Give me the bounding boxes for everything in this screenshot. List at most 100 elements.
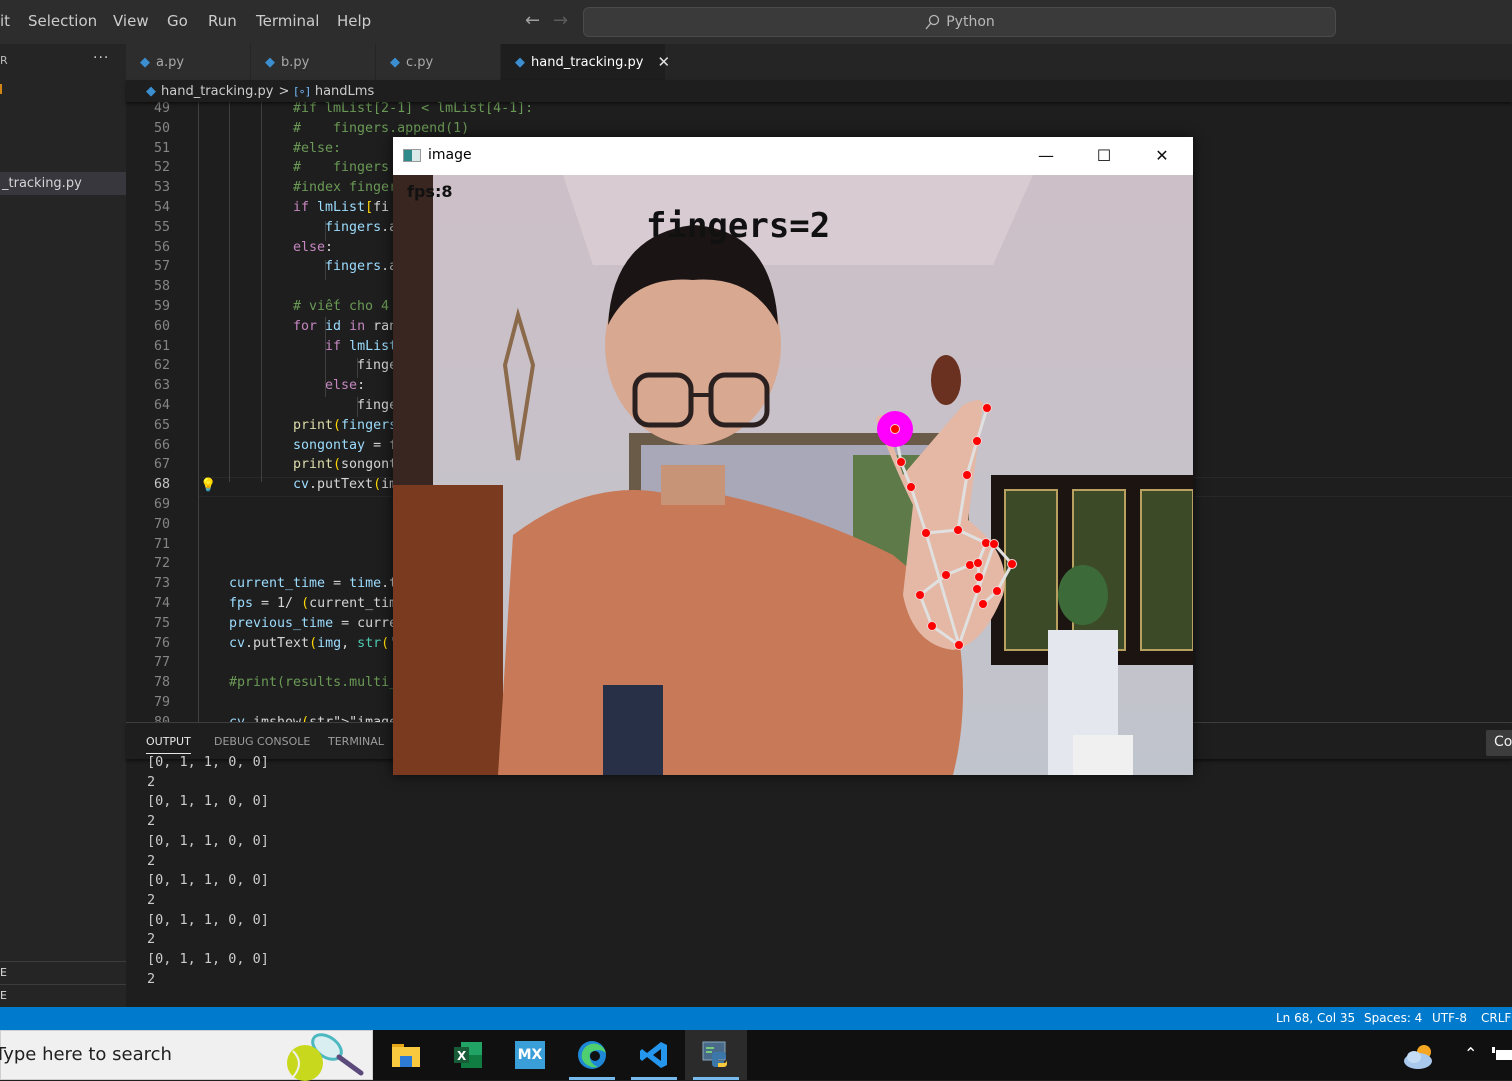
cursor-position[interactable]: Ln 68, Col 35 bbox=[1276, 1011, 1355, 1025]
wooden-chair bbox=[393, 485, 503, 775]
sidebar-section-timeline[interactable]: E bbox=[0, 984, 126, 1007]
line-number: 66 bbox=[153, 437, 170, 453]
line-number: 60 bbox=[153, 318, 170, 334]
webcam-image: fps:8 fingers=2 bbox=[393, 175, 1193, 775]
taskbar: Type here to search X MX ⌃ bbox=[0, 1030, 1512, 1081]
line-number: 62 bbox=[153, 358, 170, 374]
code-text: fingers.a bbox=[325, 259, 398, 275]
lightbulb-icon[interactable]: 💡 bbox=[200, 478, 216, 493]
lacquer-panel bbox=[1004, 489, 1058, 651]
indent-guide bbox=[229, 102, 230, 482]
code-text: # fingers bbox=[293, 160, 390, 176]
indent-guide bbox=[357, 358, 358, 378]
plant bbox=[1058, 565, 1108, 625]
output-channel-dropdown[interactable]: Co bbox=[1486, 730, 1512, 756]
code-text: for id in ran bbox=[293, 318, 398, 334]
line-ending[interactable]: CRLF bbox=[1481, 1011, 1511, 1025]
code-text: #print(results.multi_ bbox=[229, 675, 398, 691]
menu-help[interactable]: Help bbox=[337, 12, 371, 30]
forward-arrow-icon[interactable]: → bbox=[553, 10, 568, 31]
sidebar-section-outline[interactable]: E bbox=[0, 961, 126, 985]
output-line: 2 bbox=[147, 852, 156, 869]
minimize-icon[interactable]: — bbox=[1023, 142, 1069, 170]
code-text: #index finger bbox=[293, 180, 398, 196]
tab-b-py[interactable]: ◆ b.py bbox=[251, 44, 376, 80]
line-number: 52 bbox=[153, 160, 170, 176]
status-bar: Ln 68, Col 35 Spaces: 4 UTF-8 CRLF bbox=[0, 1007, 1512, 1030]
taskbar-excel[interactable]: X bbox=[437, 1030, 499, 1080]
taskbar-mx[interactable]: MX bbox=[499, 1030, 561, 1080]
chevron-up-icon[interactable]: ⌃ bbox=[1464, 1044, 1477, 1063]
cv-window-titlebar[interactable]: image — ☐ ✕ bbox=[393, 137, 1193, 175]
python-app-icon bbox=[702, 1041, 727, 1067]
code-line[interactable]: 49 #if lmList[2-1] < lmList[4-1]: bbox=[126, 102, 1512, 121]
output-line: [0, 1, 1, 0, 0] bbox=[147, 951, 269, 968]
explorer-file-hand-tracking[interactable]: _tracking.py bbox=[0, 172, 126, 195]
menu-view[interactable]: View bbox=[113, 12, 149, 30]
hand-landmark-point bbox=[890, 424, 900, 434]
close-icon[interactable]: ✕ bbox=[1139, 142, 1185, 170]
excel-icon: X bbox=[454, 1042, 482, 1068]
hand-landmark-point bbox=[989, 539, 999, 549]
menu-selection[interactable]: Selection bbox=[28, 12, 97, 30]
panel-tab-terminal[interactable]: TERMINAL bbox=[328, 735, 384, 748]
hand-landmark-point bbox=[974, 572, 984, 582]
search-icon bbox=[925, 14, 940, 30]
breadcrumb-symbol[interactable]: handLms bbox=[315, 84, 374, 99]
panel-tab-output[interactable]: OUTPUT bbox=[146, 735, 191, 754]
tennis-racket-icon bbox=[287, 1033, 364, 1081]
breadcrumb-file[interactable]: hand_tracking.py bbox=[161, 84, 273, 99]
hand-landmark-point bbox=[973, 558, 983, 568]
tab-hand-tracking-py[interactable]: ◆ hand_tracking.py ✕ bbox=[501, 44, 670, 80]
taskbar-python[interactable] bbox=[685, 1030, 747, 1080]
code-text: print(fingers bbox=[293, 417, 398, 433]
code-text: print(songont bbox=[293, 457, 398, 473]
line-number: 67 bbox=[153, 457, 170, 473]
code-text: current_time = time.t bbox=[229, 576, 398, 592]
menu-run[interactable]: Run bbox=[208, 12, 237, 30]
neck bbox=[661, 465, 725, 505]
line-number: 65 bbox=[153, 417, 170, 433]
wall-lamp bbox=[931, 355, 961, 405]
tab-label: hand_tracking.py bbox=[531, 54, 644, 70]
indentation[interactable]: Spaces: 4 bbox=[1364, 1011, 1422, 1025]
line-number: 61 bbox=[153, 338, 170, 354]
menu-go[interactable]: Go bbox=[167, 12, 188, 30]
maximize-icon[interactable]: ☐ bbox=[1081, 142, 1127, 170]
hand-landmark-point bbox=[906, 482, 916, 492]
indent-guide bbox=[325, 317, 326, 397]
code-text: #if lmList[2-1] < lmList[4-1]: bbox=[293, 102, 534, 116]
output-log: [0, 1, 1, 0, 0] 2 [0, 1, 1, 0, 0] 2 [0, 1, 1… bbox=[147, 753, 269, 989]
output-line: [0, 1, 1, 0, 0] bbox=[147, 872, 269, 889]
panel-tab-debug-console[interactable]: DEBUG CONSOLE bbox=[214, 735, 310, 748]
taskbar-edge[interactable] bbox=[561, 1030, 623, 1080]
code-text: #else: bbox=[293, 140, 342, 156]
code-text: if lmList bbox=[325, 338, 398, 354]
python-icon: ◆ bbox=[265, 54, 275, 70]
back-arrow-icon[interactable]: ← bbox=[525, 10, 540, 31]
more-actions-icon[interactable]: ··· bbox=[93, 50, 109, 66]
tab-a-py[interactable]: ◆ a.py bbox=[126, 44, 251, 80]
line-number: 57 bbox=[153, 259, 170, 275]
taskbar-search[interactable]: Type here to search bbox=[0, 1030, 373, 1081]
taskbar-vscode[interactable] bbox=[623, 1030, 685, 1080]
line-number: 72 bbox=[153, 556, 170, 572]
close-tab-icon[interactable]: ✕ bbox=[657, 53, 670, 71]
encoding[interactable]: UTF-8 bbox=[1432, 1011, 1467, 1025]
code-text: cv.putText(im bbox=[293, 477, 398, 493]
taskbar-file-explorer[interactable] bbox=[375, 1030, 437, 1080]
menu-edit[interactable]: it bbox=[0, 12, 10, 30]
tab-c-py[interactable]: ◆ c.py bbox=[376, 44, 501, 80]
hand-landmark-point bbox=[953, 525, 963, 535]
code-text: finge bbox=[293, 398, 398, 413]
line-number: 70 bbox=[153, 516, 170, 532]
breadcrumb: ◆ hand_tracking.py > [∘] handLms bbox=[126, 80, 1512, 102]
line-number: 59 bbox=[153, 299, 170, 314]
battery-icon[interactable] bbox=[1492, 1047, 1512, 1061]
command-center-search[interactable]: Python bbox=[583, 7, 1336, 37]
opencv-image-window[interactable]: image — ☐ ✕ fps:8 fingers=2 bbox=[393, 137, 1193, 775]
dispenser-base bbox=[1073, 735, 1133, 775]
menu-terminal[interactable]: Terminal bbox=[256, 12, 319, 30]
code-text: cv.putText(img, str(' bbox=[229, 635, 397, 651]
explorer-header: R bbox=[0, 54, 8, 67]
